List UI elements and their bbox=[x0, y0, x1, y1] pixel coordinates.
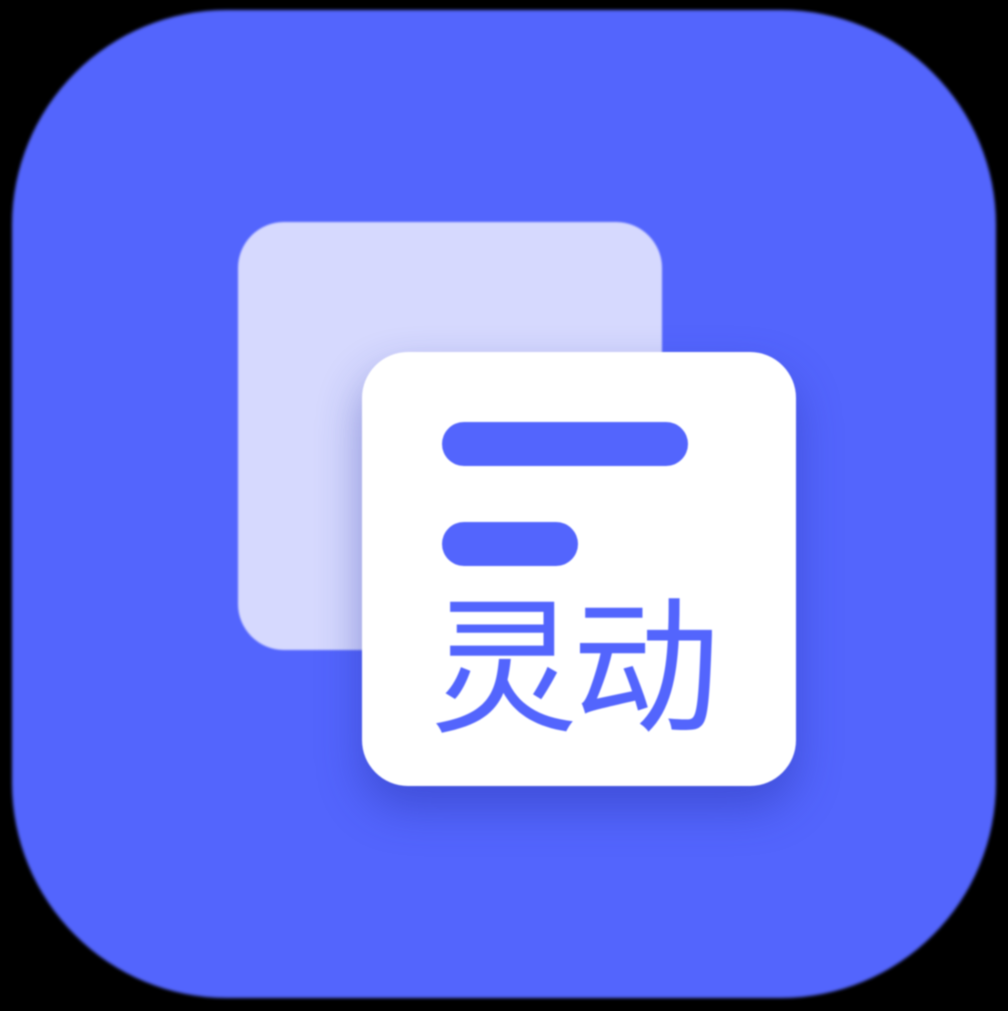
icon-canvas: 灵动 bbox=[0, 0, 1008, 1011]
app-logo-text: 灵动 bbox=[430, 583, 720, 755]
short-line-bar bbox=[442, 522, 578, 566]
long-line-bar bbox=[442, 422, 688, 466]
front-card-shape: 灵动 bbox=[362, 352, 796, 786]
